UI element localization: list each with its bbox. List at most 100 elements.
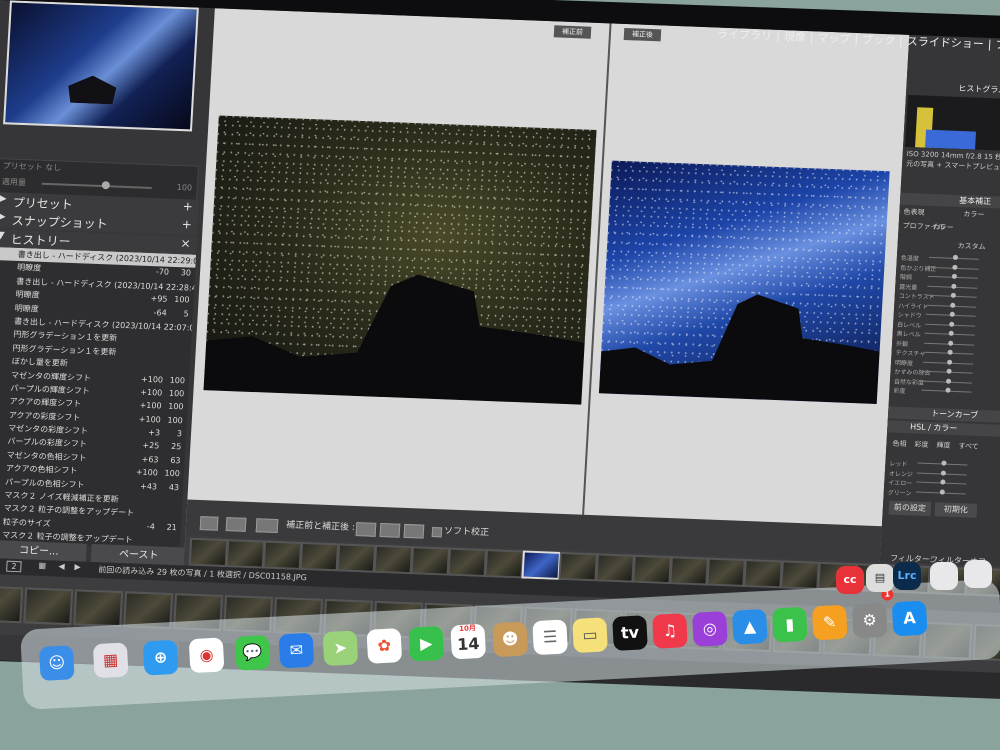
treatment-value[interactable]: カラー: [963, 209, 985, 220]
maps-icon[interactable]: ➤: [322, 630, 359, 667]
preview-icon[interactable]: ▤: [866, 564, 894, 592]
add-snapshot-icon[interactable]: +: [181, 217, 192, 231]
filmstrip-thumbnail[interactable]: [23, 587, 74, 626]
hsl-tab[interactable]: 彩度: [914, 439, 929, 450]
filmstrip-thumbnail[interactable]: [632, 554, 672, 585]
before-after-mode-button[interactable]: [255, 518, 279, 534]
calendar-icon[interactable]: 10月 14: [450, 623, 487, 660]
filmstrip-thumbnail[interactable]: [743, 559, 783, 589]
filmstrip-thumbnail[interactable]: [669, 556, 709, 586]
keynote-icon[interactable]: ▲: [731, 608, 768, 645]
copy-after-to-before-button[interactable]: [379, 522, 401, 538]
podcasts-icon[interactable]: ◎: [692, 611, 728, 647]
filmstrip-thumbnail[interactable]: [558, 551, 598, 582]
filmstrip-thumbnail[interactable]: [780, 560, 820, 590]
add-preset-icon[interactable]: +: [182, 199, 193, 213]
slider-knob[interactable]: [946, 368, 952, 374]
module-tab[interactable]: 現像: [783, 30, 806, 44]
slider-knob[interactable]: [951, 273, 958, 279]
navigator-preview[interactable]: [3, 0, 199, 132]
slider-knob[interactable]: [939, 488, 946, 495]
filmstrip-thumbnail[interactable]: [447, 547, 488, 578]
hsl-tab[interactable]: 輝度: [936, 440, 951, 451]
disclosure-icon[interactable]: ▶: [0, 193, 7, 204]
slider-knob[interactable]: [941, 460, 947, 466]
disclosure-down-icon[interactable]: ▼: [0, 230, 5, 241]
filmstrip-thumbnail[interactable]: [373, 544, 414, 575]
filmstrip-thumbnail[interactable]: [336, 543, 377, 573]
amount-slider-knob[interactable]: [101, 181, 111, 190]
notes-icon[interactable]: ▭: [572, 617, 608, 654]
back-arrow-icon[interactable]: ◀: [58, 562, 65, 571]
slider-knob[interactable]: [950, 292, 956, 298]
dock-document-icon[interactable]: [964, 560, 992, 588]
safari-icon[interactable]: ⊕: [142, 639, 179, 676]
filmstrip-thumbnail[interactable]: [410, 546, 451, 576]
filmstrip-thumbnail[interactable]: [484, 549, 525, 579]
contacts-icon[interactable]: ☻: [492, 621, 529, 658]
slider-knob[interactable]: [947, 359, 953, 365]
grid-view-icon[interactable]: ▦: [38, 561, 46, 570]
lightroom-classic-icon[interactable]: Lrc: [893, 562, 921, 590]
system-settings-icon[interactable]: ⚙: [851, 602, 888, 639]
music-icon[interactable]: ♫: [652, 613, 688, 649]
slider-knob[interactable]: [952, 264, 958, 270]
slider-knob[interactable]: [952, 254, 959, 260]
filmstrip-thumbnail[interactable]: [521, 550, 561, 580]
page-2-button[interactable]: 2: [6, 560, 22, 573]
filmstrip-thumbnail[interactable]: [299, 541, 340, 572]
chrome-icon[interactable]: ◉: [188, 637, 225, 674]
slider-knob[interactable]: [949, 311, 955, 317]
module-tab[interactable]: スライドショー: [906, 35, 984, 51]
filmstrip-thumbnail[interactable]: [188, 537, 229, 568]
wb-value[interactable]: カスタム: [957, 241, 986, 252]
module-tab[interactable]: ブック: [862, 33, 896, 47]
swap-button[interactable]: [403, 523, 425, 539]
apple-tv-icon[interactable]: tv: [612, 615, 648, 651]
module-tab[interactable]: プリント: [995, 38, 1000, 53]
slider-knob[interactable]: [940, 469, 947, 476]
filmstrip-thumbnail[interactable]: [0, 585, 24, 624]
reminders-icon[interactable]: ☰: [532, 619, 568, 656]
module-tab[interactable]: ライブラリ: [717, 28, 773, 43]
slider-knob[interactable]: [948, 340, 954, 346]
module-tab[interactable]: マップ: [817, 31, 851, 45]
slider-knob[interactable]: [948, 330, 954, 336]
filmstrip-thumbnail[interactable]: [595, 553, 635, 583]
app-store-icon[interactable]: A: [891, 600, 928, 637]
after-photo[interactable]: [598, 160, 890, 404]
slider-knob[interactable]: [940, 479, 946, 485]
slider-knob[interactable]: [949, 321, 955, 327]
previous-settings-button[interactable]: 前の設定: [888, 500, 932, 517]
compare-view-button[interactable]: [225, 517, 247, 532]
facetime-icon[interactable]: ▶: [408, 625, 445, 662]
pages-icon[interactable]: ✎: [811, 604, 848, 641]
slider-knob[interactable]: [951, 283, 957, 289]
hsl-tab[interactable]: すべて: [958, 441, 979, 452]
slider-knob[interactable]: [950, 302, 956, 308]
soft-proof-checkbox[interactable]: [431, 526, 443, 538]
hsl-tab[interactable]: 色相: [892, 439, 907, 450]
slider-knob[interactable]: [945, 378, 952, 384]
before-photo[interactable]: [203, 115, 597, 405]
launchpad-icon[interactable]: ▦: [92, 642, 129, 679]
loupe-view-button[interactable]: [199, 516, 219, 531]
slider-knob[interactable]: [945, 387, 951, 393]
numbers-icon[interactable]: ▮: [771, 606, 808, 643]
clear-history-icon[interactable]: ×: [180, 236, 191, 250]
mail-icon[interactable]: ✉: [278, 632, 315, 669]
dock-document-icon[interactable]: [930, 562, 958, 590]
slider-knob[interactable]: [947, 349, 953, 355]
photos-icon[interactable]: ✿: [366, 628, 403, 664]
hsl-header[interactable]: HSL / カラー: [887, 420, 1000, 439]
profile-value[interactable]: カラー: [932, 222, 954, 233]
disclosure-icon[interactable]: ▶: [0, 211, 6, 222]
copy-before-to-after-button[interactable]: [355, 522, 377, 537]
reset-button[interactable]: 初期化: [934, 502, 978, 518]
creative-cloud-icon[interactable]: cc: [836, 566, 864, 594]
forward-arrow-icon[interactable]: ▶: [74, 562, 81, 571]
filmstrip-thumbnail[interactable]: [262, 540, 303, 570]
finder-icon[interactable]: ☺: [38, 645, 75, 681]
filmstrip-thumbnail[interactable]: [706, 557, 746, 588]
filmstrip-thumbnail[interactable]: [225, 539, 266, 569]
